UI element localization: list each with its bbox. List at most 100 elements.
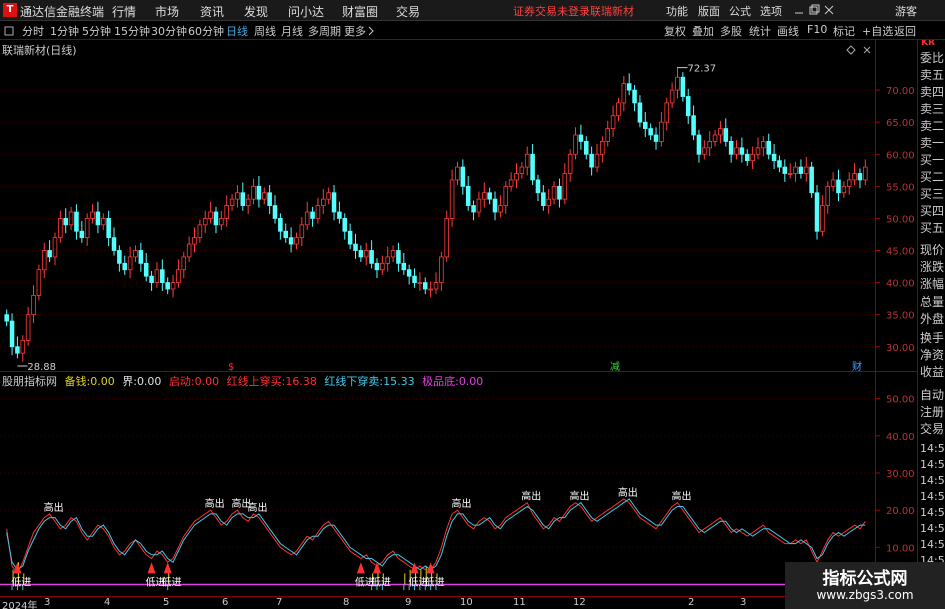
candle-body xyxy=(761,141,766,149)
menu-news[interactable]: 资讯 xyxy=(200,3,224,20)
tool-statistics[interactable]: 统计 xyxy=(749,23,771,39)
sidebar-item[interactable]: 委比 xyxy=(920,49,945,66)
indicator-name[interactable]: 股朋指标网 xyxy=(2,375,57,388)
candle-body xyxy=(702,147,707,155)
candle-body xyxy=(465,185,471,206)
sidebar-item[interactable]: 买二 xyxy=(920,168,945,185)
candle-body xyxy=(503,185,509,206)
restore-icon[interactable] xyxy=(808,4,820,16)
sidebar-item[interactable]: 卖五 xyxy=(920,66,945,83)
menu-wealth[interactable]: 财富圈 xyxy=(342,3,378,20)
candle-body xyxy=(755,147,761,155)
y-tick-label: 35.00 xyxy=(886,311,915,322)
sidebar-item[interactable]: 买五 xyxy=(920,219,945,236)
tool-multi-stock[interactable]: 多股 xyxy=(720,23,742,39)
sidebar-item[interactable]: 买一 xyxy=(920,151,945,168)
candle-body xyxy=(310,211,315,219)
menu-options[interactable]: 选项 xyxy=(760,3,782,19)
menu-functions[interactable]: 功能 xyxy=(666,3,688,19)
period-30min[interactable]: 30分钟 xyxy=(151,23,187,39)
menu-toggle-icon[interactable] xyxy=(4,26,14,36)
candle-body xyxy=(224,205,229,219)
y-tick-label: 40.00 xyxy=(886,279,915,290)
candle-body xyxy=(583,141,589,155)
sidebar-item[interactable]: 涨幅 xyxy=(920,275,945,292)
sidebar-item[interactable]: 卖一 xyxy=(920,134,945,151)
candle-body xyxy=(9,320,15,348)
candle-body xyxy=(787,173,793,175)
menu-formula[interactable]: 公式 xyxy=(729,3,751,19)
sidebar-item[interactable]: 总量 xyxy=(920,293,945,310)
candle-body xyxy=(385,256,390,264)
period-weekly[interactable]: 周线 xyxy=(254,23,276,39)
tool-draw[interactable]: 画线 xyxy=(777,23,799,39)
period-monthly[interactable]: 月线 xyxy=(281,23,303,39)
period-1min[interactable]: 1分钟 xyxy=(50,23,79,39)
menu-trade[interactable]: 交易 xyxy=(396,3,420,20)
sidebar-item[interactable]: 买四 xyxy=(920,202,945,219)
date-tick: 9 xyxy=(405,597,412,608)
tool-f10[interactable]: F10 xyxy=(807,23,827,36)
trade-login-warning[interactable]: 证券交易未登录 xyxy=(513,3,590,19)
candle-body xyxy=(653,134,659,142)
candle-body xyxy=(68,211,74,226)
period-15min[interactable]: 15分钟 xyxy=(114,23,150,39)
period-more[interactable]: 更多 xyxy=(344,23,366,39)
sidebar-item[interactable]: 换手 xyxy=(920,329,945,346)
sidebar-item[interactable]: 现价 xyxy=(920,241,945,258)
candle-body xyxy=(363,250,369,258)
minimize-icon[interactable] xyxy=(793,4,805,16)
menu-discover[interactable]: 发现 xyxy=(244,3,268,20)
chart-area[interactable]: 70.00 65.00 60.00 55.00 50.00 45.00 40.00 35.00… xyxy=(0,40,917,609)
candle-body xyxy=(294,237,299,245)
sidebar-item[interactable]: 净资 xyxy=(920,346,945,363)
sidebar-item[interactable]: 涨跌 xyxy=(920,258,945,275)
sidebar-item[interactable]: 外盘 xyxy=(920,310,945,327)
sidebar-item[interactable]: 卖三 xyxy=(920,100,945,117)
y-tick-label: 30.00 xyxy=(886,469,915,480)
panel-close-icon[interactable] xyxy=(862,45,872,55)
candle-body xyxy=(170,282,176,290)
y-tick-label: 30.00 xyxy=(886,343,915,354)
candle-body xyxy=(616,102,621,117)
panel-divider[interactable] xyxy=(0,371,917,372)
sidebar-trade[interactable]: 交易 xyxy=(920,420,945,437)
sidebar-item[interactable]: 买三 xyxy=(920,185,945,202)
candle-body xyxy=(798,166,804,174)
tool-back[interactable]: 返回 xyxy=(894,23,916,39)
tool-adjust[interactable]: 复权 xyxy=(664,23,686,39)
panel-settings-icon[interactable] xyxy=(846,45,856,55)
candle-body xyxy=(299,224,305,239)
chevron-right-icon[interactable] xyxy=(367,26,375,36)
app-name: 通达信金融终端 xyxy=(20,5,105,19)
guest-user[interactable]: 游客 xyxy=(895,3,917,19)
tool-add-favorite[interactable]: +自选 xyxy=(862,23,893,39)
menu-layout[interactable]: 版面 xyxy=(698,3,720,19)
menu-market[interactable]: 市场 xyxy=(155,3,179,20)
period-multi[interactable]: 多周期 xyxy=(308,23,341,39)
candle-body xyxy=(229,198,235,206)
candle-body xyxy=(267,192,272,206)
candle-body xyxy=(261,192,267,200)
menu-assistant[interactable]: 问小达 xyxy=(288,3,324,20)
sidebar-auto[interactable]: 自动 xyxy=(920,386,945,403)
menu-quotes[interactable]: 行情 xyxy=(112,3,136,20)
period-5min[interactable]: 5分钟 xyxy=(82,23,111,39)
period-60min[interactable]: 60分钟 xyxy=(188,23,224,39)
tool-overlay[interactable]: 叠加 xyxy=(692,23,714,39)
candle-body xyxy=(353,243,358,251)
close-icon[interactable] xyxy=(823,4,835,16)
sidebar-register[interactable]: 注册 xyxy=(920,403,945,420)
candle-body xyxy=(186,243,192,258)
period-intraday[interactable]: 分时 xyxy=(22,23,44,39)
candle-body xyxy=(766,141,771,155)
sidebar-item[interactable]: 收益 xyxy=(920,363,945,380)
period-daily[interactable]: 日线 xyxy=(226,23,248,39)
sidebar-item[interactable]: 卖四 xyxy=(920,83,945,100)
candle-body xyxy=(680,76,686,97)
sidebar-item[interactable]: 卖二 xyxy=(920,117,945,134)
candle-body xyxy=(605,128,611,142)
tool-mark[interactable]: 标记 xyxy=(833,23,855,39)
candle-body xyxy=(192,237,197,245)
candle-body xyxy=(460,166,466,187)
